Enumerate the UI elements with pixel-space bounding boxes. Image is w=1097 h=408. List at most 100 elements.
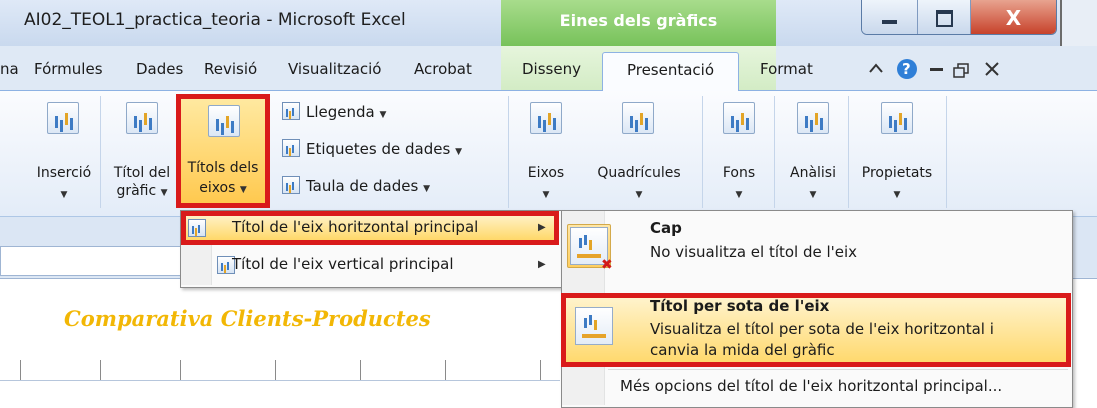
data-table-button[interactable]: Taula de dades ▼ [282,176,430,195]
close-icon: X [1005,6,1022,30]
tab-partial[interactable]: na [0,60,19,78]
chevron-down-icon: ▼ [239,185,247,195]
tab-dades[interactable]: Dades [136,60,183,78]
tab-formules[interactable]: Fórmules [34,60,103,78]
maximize-icon [936,10,953,27]
close-button[interactable]: X [971,0,1056,34]
axis-titles-button[interactable]: Títols dels eixos ▼ [176,94,270,208]
legend-label: Llegenda [306,103,375,121]
chart-title-button[interactable]: Títol del gràfic ▼ [106,100,178,206]
minimize-icon [882,20,897,24]
insercio-label: Inserció [36,165,92,181]
axis-tick [275,360,276,380]
background-label: Fons [722,165,756,181]
chart-tools-header: Eines dels gràfics [501,0,776,46]
tab-presentacio[interactable]: Presentació [602,52,739,92]
axes-label: Eixos [527,165,565,181]
maximize-button[interactable] [918,0,971,34]
data-labels-label: Etiquetes de dades [306,140,451,158]
background-window-edge [1060,0,1097,46]
tab-disseny[interactable]: Disseny [522,60,581,78]
axis-titles-label-2: eixos [199,180,236,196]
window-controls: X [861,0,1057,35]
data-labels-button[interactable]: Etiquetes de dades ▼ [282,139,462,158]
chevron-down-icon: ▼ [455,147,462,157]
chevron-down-icon: ▼ [893,190,901,200]
insercio-button[interactable]: Inserció ▼ [32,100,96,206]
more-options-item[interactable]: Més opcions del títol de l'eix horitzont… [620,376,1002,396]
background-button[interactable]: Fons ▼ [710,100,768,206]
gridlines-icon [622,102,654,134]
ribbon-separator [946,96,947,208]
ribbon-window-icons: ? [869,59,999,79]
legend-icon [282,102,300,120]
axes-icon [530,102,562,134]
horizontal-axis-title-label: Títol de l'eix horitzontal principal [232,218,479,236]
axis-titles-icon [208,105,240,137]
ribbon-separator [702,96,703,208]
chevron-down-icon: ▼ [423,184,431,194]
tab-format[interactable]: Format [760,60,813,78]
horizontal-axis-title-icon [188,219,206,237]
remove-x-icon: ✖ [601,257,613,273]
tab-revisio[interactable]: Revisió [204,60,257,78]
axis-titles-label-1: Títols dels [187,160,259,176]
chevron-down-icon: ▼ [809,190,817,200]
chart-title-text[interactable]: Comparativa Clients-Productes [64,306,431,331]
chevron-down-icon: ▼ [379,110,387,120]
submenu-arrow-icon: ▶ [538,259,546,270]
name-box[interactable] [0,246,192,276]
axis-tick [360,360,361,380]
ribbon-separator [848,96,849,208]
none-option-title: Cap [650,219,682,237]
properties-label: Propietats [861,165,933,181]
below-option-title: Títol per sota de l'eix [650,297,830,315]
axes-button[interactable]: Eixos ▼ [518,100,574,206]
analysis-button[interactable]: Anàlisi ▼ [780,100,846,206]
chart-title-label-2: gràfic [116,183,157,199]
vertical-axis-title-label: Títol de l'eix vertical principal [232,255,454,273]
below-option-description-1: Visualitza el títol per sota de l'eix ho… [650,320,994,338]
tab-visualitzacio[interactable]: Visualització [288,60,382,78]
tab-acrobat[interactable]: Acrobat [414,60,472,78]
below-option-description-2: canvia la mida del gràfic [650,341,835,359]
properties-button[interactable]: Propietats ▼ [852,100,942,206]
insert-shape-icon [47,102,79,134]
axis-tick [100,360,101,380]
help-icon-glyph: ? [902,60,911,78]
minimize-button[interactable] [862,0,918,34]
tab-presentacio-label: Presentació [626,61,715,79]
axis-tick [540,360,541,380]
gridlines-label: Quadrícules [597,165,681,181]
minimize-ribbon-icon[interactable] [869,63,883,73]
chart-title-label-1: Títol del [113,165,171,181]
chevron-down-icon: ▼ [60,190,68,200]
analysis-label: Anàlisi [790,165,836,181]
ribbon-separator [508,96,509,208]
data-labels-icon [282,139,300,157]
plot-area-icon [723,102,755,134]
axis-tick [20,360,21,380]
chevron-down-icon: ▼ [635,190,643,200]
ribbon-separator [100,96,101,208]
trendline-icon [797,102,829,134]
axis-tick [180,360,181,380]
properties-icon [881,102,913,134]
none-option-description: No visualitza el títol de l'eix [650,243,858,261]
window-title: AI02_TEOL1_practica_teoria - Microsoft E… [24,10,406,30]
data-table-icon [282,176,300,194]
chart-title-icon [126,102,158,134]
axis-tick [445,360,446,380]
doc-minimize-icon[interactable] [930,68,943,71]
title-below-axis-icon [575,307,613,345]
chart-axis-line [0,380,560,408]
chevron-down-icon: ▼ [735,190,743,200]
ribbon-separator [774,96,775,208]
legend-button[interactable]: Llegenda ▼ [282,102,386,121]
doc-restore-icon-back [953,67,965,78]
gridlines-button[interactable]: Quadrícules ▼ [582,100,696,206]
doc-close-icon[interactable] [985,62,999,76]
chart-tools-label: Eines dels gràfics [559,11,718,30]
menu-separator [608,369,1068,370]
submenu-arrow-icon: ▶ [538,222,546,233]
